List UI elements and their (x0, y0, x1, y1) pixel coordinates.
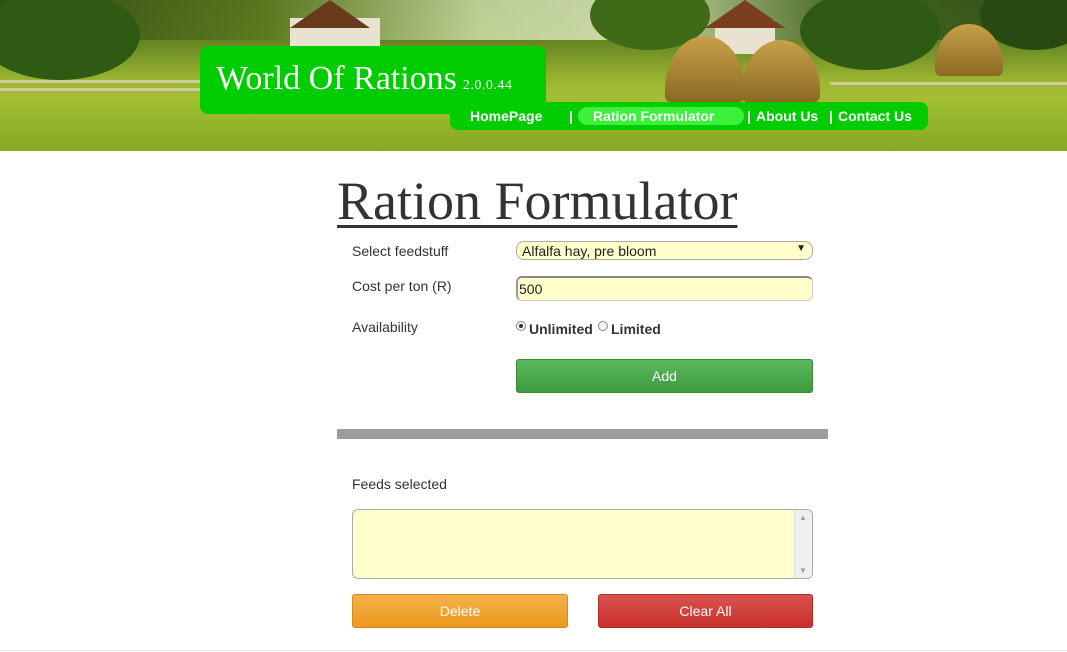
feedstuff-select-value: Alfalfa hay, pre bloom (522, 243, 657, 259)
nav-about-us[interactable]: About Us (756, 108, 818, 124)
listbox-scrollbar[interactable]: ▲ ▼ (794, 510, 812, 578)
brand-name: World Of Rations (216, 60, 457, 97)
banner-fence (0, 88, 210, 91)
cost-per-ton-input[interactable] (516, 276, 813, 301)
nav-ration-formulator[interactable]: Ration Formulator (578, 107, 744, 125)
feedstuff-select[interactable]: Alfalfa hay, pre bloom ▼ (516, 241, 813, 260)
banner-tree (800, 0, 940, 70)
delete-button[interactable]: Delete (352, 594, 568, 628)
nav-ration-formulator-label: Ration Formulator (593, 108, 715, 124)
brand-title: World Of Rations 2.0.0.44 (216, 60, 512, 98)
availability-limited-radio[interactable] (598, 321, 608, 331)
section-divider (337, 429, 828, 439)
banner-fence (830, 82, 1067, 85)
dropdown-arrow-icon: ▼ (796, 243, 806, 254)
bottom-divider (0, 650, 1067, 651)
nav-contact-us[interactable]: Contact Us (838, 108, 912, 124)
banner-roof (290, 0, 370, 28)
availability-unlimited-label[interactable]: Unlimited (529, 321, 593, 337)
feeds-selected-label: Feeds selected (352, 476, 447, 492)
scroll-down-icon[interactable]: ▼ (799, 566, 807, 575)
nav-separator: | (829, 108, 833, 124)
page-title: Ration Formulator (337, 171, 738, 231)
main-nav: HomePage | Ration Formulator | About Us … (450, 102, 928, 130)
feed-select-label: Select feedstuff (352, 243, 449, 259)
brand-version: 2.0.0.44 (462, 78, 513, 93)
availability-limited-label[interactable]: Limited (611, 321, 661, 337)
add-button[interactable]: Add (516, 359, 813, 393)
availability-label: Availability (352, 319, 418, 335)
nav-homepage[interactable]: HomePage (470, 108, 542, 124)
header-banner: World Of Rations 2.0.0.44 HomePage | Rati… (0, 0, 1067, 151)
banner-roof (705, 0, 785, 28)
clear-all-button[interactable]: Clear All (598, 594, 813, 628)
banner-fence (0, 80, 210, 83)
feeds-selected-listbox[interactable]: ▲ ▼ (352, 509, 813, 579)
banner-tree (0, 0, 140, 80)
availability-unlimited-radio[interactable] (516, 321, 526, 331)
nav-separator: | (569, 108, 573, 124)
nav-separator: | (747, 108, 751, 124)
cost-label: Cost per ton (R) (352, 278, 452, 294)
scroll-up-icon[interactable]: ▲ (799, 513, 807, 522)
